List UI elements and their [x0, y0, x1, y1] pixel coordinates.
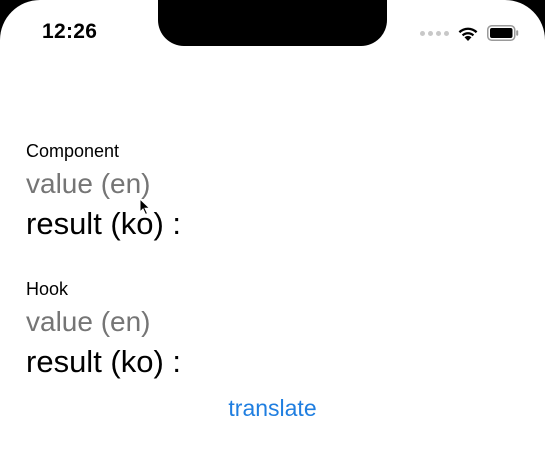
component-result-label: result (ko) :	[26, 206, 182, 241]
hook-section-label: Hook	[26, 279, 69, 299]
wifi-icon	[458, 27, 478, 41]
component-section-label: Component	[26, 141, 120, 161]
app-screen: 12:26 Component result (ko) : Hook resul…	[0, 0, 545, 454]
battery-icon	[487, 25, 519, 41]
device-notch	[158, 0, 387, 46]
cellular-signal-icon	[420, 30, 449, 36]
status-time: 12:26	[42, 20, 98, 43]
status-icons	[420, 22, 519, 44]
component-value-input[interactable]	[26, 167, 506, 201]
translate-button[interactable]: translate	[0, 395, 545, 422]
mouse-pointer-icon	[139, 198, 151, 216]
hook-value-input[interactable]	[26, 305, 506, 339]
hook-result-label: result (ko) :	[26, 344, 182, 379]
